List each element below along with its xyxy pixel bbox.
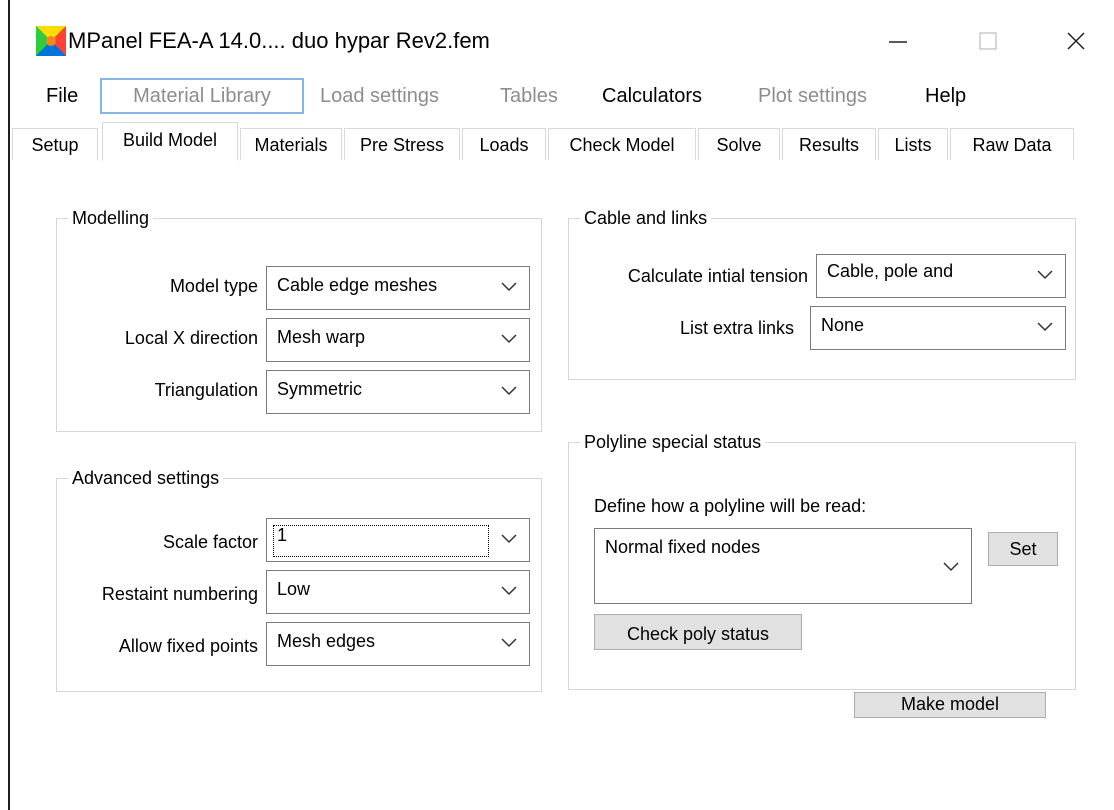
maximize-icon [979, 32, 997, 50]
menu-bar: File Material Library Load settings Tabl… [10, 78, 1114, 118]
polyline-status-select[interactable]: Normal fixed nodes [594, 528, 972, 604]
application-window: MPanel FEA-A 14.0.... duo hypar Rev2.fem… [8, 0, 1114, 810]
chevron-down-icon [943, 562, 959, 572]
restraint-numbering-select[interactable]: Low [266, 570, 530, 614]
tab-strip: Setup Build Model Materials Pre Stress L… [10, 120, 1114, 163]
build-model-panel: Modelling Model type Cable edge meshes L… [10, 162, 1114, 810]
title-bar[interactable]: MPanel FEA-A 14.0.... duo hypar Rev2.fem [10, 0, 1114, 78]
app-logo-icon [36, 26, 66, 56]
set-button[interactable]: Set [988, 532, 1058, 566]
chevron-down-icon [501, 334, 517, 344]
chevron-down-icon [1037, 322, 1053, 332]
polyline-prompt: Define how a polyline will be read: [594, 496, 867, 516]
maximize-button[interactable] [958, 18, 1018, 64]
tab-check-model[interactable]: Check Model [548, 128, 696, 160]
extra-links-select[interactable]: None [810, 306, 1066, 350]
scale-factor-select[interactable]: 1 [266, 518, 530, 562]
menu-plot-settings[interactable]: Plot settings [748, 78, 877, 114]
menu-help[interactable]: Help [915, 78, 976, 114]
scale-factor-label: Scale factor [162, 532, 258, 552]
advanced-settings-title: Advanced settings [68, 468, 224, 489]
chevron-down-icon [501, 282, 517, 292]
extra-links-label: List extra links [679, 318, 794, 338]
polyline-status-title: Polyline special status [580, 432, 766, 453]
local-x-direction-label: Local X direction [124, 328, 258, 348]
chevron-down-icon [501, 534, 517, 544]
model-type-label: Model type [169, 276, 258, 296]
chevron-down-icon [501, 586, 517, 596]
tab-loads[interactable]: Loads [462, 128, 546, 160]
minimize-icon [889, 41, 907, 43]
menu-material-library[interactable]: Material Library [100, 78, 304, 114]
minimize-button[interactable] [868, 18, 928, 64]
triangulation-label: Triangulation [154, 380, 258, 400]
chevron-down-icon [1037, 270, 1053, 280]
close-button[interactable] [1046, 18, 1106, 64]
check-poly-status-button[interactable]: Check poly status [594, 614, 802, 650]
menu-file[interactable]: File [36, 78, 88, 114]
tab-setup[interactable]: Setup [12, 128, 98, 160]
tab-raw-data[interactable]: Raw Data [950, 128, 1074, 160]
window-title: MPanel FEA-A 14.0.... duo hypar Rev2.fem [68, 28, 490, 53]
chevron-down-icon [501, 638, 517, 648]
close-icon [1067, 32, 1085, 50]
menu-load-settings[interactable]: Load settings [310, 78, 449, 114]
tab-results[interactable]: Results [782, 128, 876, 160]
restraint-numbering-label: Restaint numbering [101, 584, 258, 604]
cable-links-group [568, 218, 1076, 380]
chevron-down-icon [501, 386, 517, 396]
modelling-group-title: Modelling [68, 208, 154, 229]
tab-lists[interactable]: Lists [878, 128, 948, 160]
allow-fixed-points-label: Allow fixed points [118, 636, 258, 656]
initial-tension-select[interactable]: Cable, pole and [816, 254, 1066, 298]
menu-tables[interactable]: Tables [490, 78, 568, 114]
tab-materials[interactable]: Materials [240, 128, 342, 160]
tab-build-model[interactable]: Build Model [102, 122, 238, 161]
model-type-select[interactable]: Cable edge meshes [266, 266, 530, 310]
allow-fixed-points-select[interactable]: Mesh edges [266, 622, 530, 666]
menu-calculators[interactable]: Calculators [592, 78, 712, 114]
tab-pre-stress[interactable]: Pre Stress [344, 128, 460, 160]
focus-indicator [273, 525, 489, 557]
cable-links-title: Cable and links [580, 208, 712, 229]
tab-solve[interactable]: Solve [698, 128, 780, 160]
local-x-direction-select[interactable]: Mesh warp [266, 318, 530, 362]
initial-tension-label: Calculate intial tension [627, 266, 808, 286]
triangulation-select[interactable]: Symmetric [266, 370, 530, 414]
make-model-button[interactable]: Make model [854, 692, 1046, 718]
